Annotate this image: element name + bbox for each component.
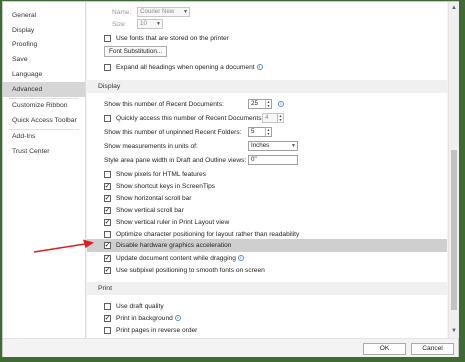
style-pane-value: 0" xyxy=(251,156,257,163)
vertical-ruler-label: Show vertical ruler in Print Layout view xyxy=(116,218,230,226)
units-value: Inches xyxy=(251,142,270,149)
scroll-down-icon[interactable]: ▼ xyxy=(449,326,459,336)
print-background-label: Print in background xyxy=(116,314,173,322)
sidebar-item-advanced[interactable]: Advanced xyxy=(3,82,85,97)
sidebar-item-save[interactable]: Save xyxy=(3,52,85,67)
pixels-html-checkbox[interactable] xyxy=(104,170,111,178)
draft-quality-row: Use draft quality xyxy=(87,300,447,312)
info-icon: i xyxy=(256,64,263,70)
chevron-down-icon: ▼ xyxy=(156,21,161,27)
reverse-order-label: Print pages in reverse order xyxy=(116,326,198,334)
optimize-char-checkbox[interactable] xyxy=(104,230,111,238)
disable-hw-accel-checkbox[interactable]: ✓ xyxy=(104,242,111,249)
font-size-value: 10 xyxy=(140,20,147,27)
expand-headings-row: Expand all headings when opening a docum… xyxy=(87,61,447,73)
disable-hw-accel-label: Disable hardware graphics acceleration xyxy=(116,242,232,249)
recent-docs-label: Show this number of Recent Documents: xyxy=(104,100,224,108)
draft-quality-label: Use draft quality xyxy=(116,302,164,310)
horizontal-scroll-checkbox[interactable]: ✓ xyxy=(104,194,111,202)
horizontal-scroll-row: ✓ Show horizontal scroll bar xyxy=(87,192,447,204)
ok-button[interactable]: OK xyxy=(363,343,406,355)
quick-access-checkbox[interactable] xyxy=(104,114,111,122)
annotation-arrow-icon xyxy=(33,239,94,253)
vertical-scroll-row: ✓ Show vertical scroll bar xyxy=(87,204,447,216)
reverse-order-row: Print pages in reverse order xyxy=(87,324,447,336)
expand-headings-label: Expand all headings when opening a docum… xyxy=(116,63,255,71)
print-section-header: Print xyxy=(87,282,447,295)
vertical-scrollbar[interactable]: ▲ ▼ xyxy=(448,2,459,338)
sidebar-item-quick-access-toolbar[interactable]: Quick Access Toolbar xyxy=(3,113,85,128)
update-drag-label: Update document content while dragging xyxy=(116,254,236,262)
shortcut-keys-row: ✓ Show shortcut keys in ScreenTips xyxy=(87,180,447,192)
sidebar-item-display[interactable]: Display xyxy=(3,23,85,38)
spinner-arrows-icon[interactable]: ▲ ▼ xyxy=(265,128,271,136)
info-icon: i xyxy=(278,101,284,107)
unpinned-folders-spinner[interactable]: 5 ▲ ▼ xyxy=(248,127,272,137)
unpinned-folders-label: Show this number of unpinned Recent Fold… xyxy=(104,128,242,136)
vertical-ruler-checkbox[interactable]: ✓ xyxy=(104,218,111,226)
draft-quality-checkbox[interactable] xyxy=(104,302,111,310)
horizontal-scroll-label: Show horizontal scroll bar xyxy=(116,194,192,202)
cancel-button[interactable]: Cancel xyxy=(411,343,454,355)
disable-hw-accel-row: ✓ Disable hardware graphics acceleration xyxy=(87,239,447,252)
word-options-dialog: General Display Proofing Save Language A… xyxy=(2,1,459,357)
recent-docs-value: 25 xyxy=(251,100,258,107)
pixels-html-row: Show pixels for HTML features xyxy=(87,168,447,180)
font-size-label: Size: xyxy=(112,20,127,28)
quick-access-spinner[interactable]: 4 ▲ ▼ xyxy=(262,113,284,123)
display-section-header: Display xyxy=(87,80,447,93)
vertical-ruler-row: ✓ Show vertical ruler in Print Layout vi… xyxy=(87,216,447,228)
chevron-down-icon: ▼ xyxy=(291,143,296,149)
sidebar-item-add-ins[interactable]: Add-Ins xyxy=(3,129,85,144)
sidebar-item-proofing[interactable]: Proofing xyxy=(3,37,85,52)
optimize-char-label: Optimize character positioning for layou… xyxy=(116,230,300,238)
subpixel-label: Use subpixel positioning to smooth fonts… xyxy=(116,266,265,274)
pixels-html-label: Show pixels for HTML features xyxy=(116,170,206,178)
printer-fonts-label: Use fonts that are stored on the printer xyxy=(116,34,229,42)
sidebar-item-language[interactable]: Language xyxy=(3,67,85,82)
spinner-arrows-icon[interactable]: ▲ ▼ xyxy=(277,114,283,122)
vertical-scroll-label: Show vertical scroll bar xyxy=(116,206,184,214)
expand-headings-checkbox[interactable] xyxy=(104,63,111,71)
scrollbar-thumb[interactable] xyxy=(451,150,457,310)
quick-access-label: Quickly access this number of Recent Doc… xyxy=(116,114,264,122)
subpixel-checkbox[interactable]: ✓ xyxy=(104,266,111,274)
font-name-dropdown[interactable]: Courier New ▼ xyxy=(137,7,190,17)
chevron-down-icon: ▼ xyxy=(183,9,188,15)
update-drag-checkbox[interactable]: ✓ xyxy=(104,254,111,262)
style-pane-input[interactable]: 0" xyxy=(248,155,298,165)
update-drag-row: ✓ Update document content while dragging… xyxy=(87,252,447,264)
font-substitution-button[interactable]: Font Substitution... xyxy=(104,46,168,57)
sidebar-item-trust-center[interactable]: Trust Center xyxy=(3,144,85,159)
reverse-order-checkbox[interactable] xyxy=(104,326,111,334)
quick-access-value: 4 xyxy=(265,114,269,121)
spinner-arrows-icon[interactable]: ▲ ▼ xyxy=(265,100,271,108)
units-label: Show measurements in units of: xyxy=(104,142,198,150)
unpinned-folders-value: 5 xyxy=(251,128,255,135)
units-dropdown[interactable]: Inches ▼ xyxy=(248,141,298,151)
vertical-scroll-checkbox[interactable]: ✓ xyxy=(104,206,111,214)
font-size-dropdown[interactable]: 10 ▼ xyxy=(137,19,163,29)
advanced-options-panel: Name: Courier New ▼ Size: 10 ▼ Use fonts… xyxy=(87,2,447,338)
style-pane-label: Style area pane width in Draft and Outli… xyxy=(104,156,247,164)
subpixel-row: ✓ Use subpixel positioning to smooth fon… xyxy=(87,264,447,276)
print-background-row: ✓ Print in background i xyxy=(87,312,447,324)
printer-fonts-row: Use fonts that are stored on the printer xyxy=(87,32,447,44)
shortcut-keys-checkbox[interactable]: ✓ xyxy=(104,182,111,190)
recent-docs-spinner[interactable]: 25 ▲ ▼ xyxy=(248,99,272,109)
info-icon: i xyxy=(237,255,244,261)
print-background-checkbox[interactable]: ✓ xyxy=(104,314,111,322)
printer-fonts-checkbox[interactable] xyxy=(104,34,111,42)
shortcut-keys-label: Show shortcut keys in ScreenTips xyxy=(116,182,216,190)
sidebar-item-general[interactable]: General xyxy=(3,8,85,23)
font-name-label: Name: xyxy=(112,8,132,16)
info-icon: i xyxy=(174,315,181,321)
font-name-value: Courier New xyxy=(140,8,175,15)
dialog-footer: OK Cancel xyxy=(3,338,458,357)
scroll-up-icon[interactable]: ▲ xyxy=(449,3,459,13)
sidebar-item-customize-ribbon[interactable]: Customize Ribbon xyxy=(3,98,85,113)
sidebar: General Display Proofing Save Language A… xyxy=(3,2,86,338)
